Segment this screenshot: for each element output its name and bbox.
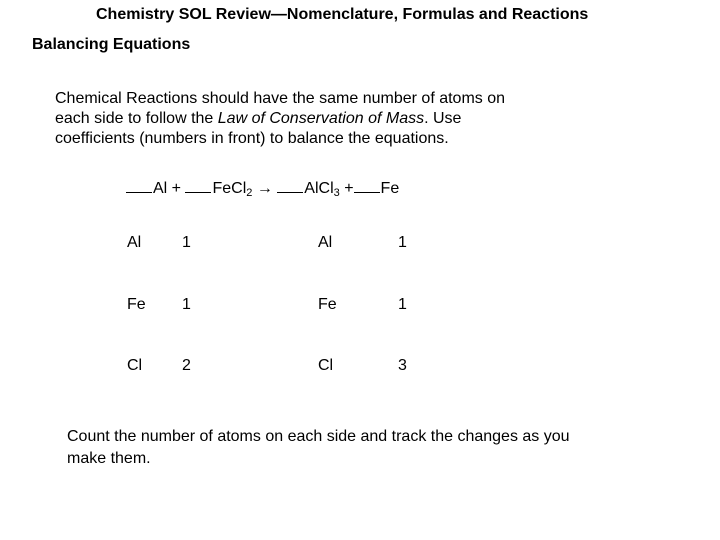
note-line-2: make them. <box>67 450 151 467</box>
intro-line-1: Chemical Reactions should have the same … <box>55 90 506 107</box>
intro-line-2-end: . Use <box>424 110 462 127</box>
alcl3-subscript: 3 <box>333 187 340 199</box>
reactant-count: 2 <box>182 357 191 374</box>
plus-sign: + <box>344 180 354 197</box>
law-of-conservation-text: Law of Conservation of Mass <box>217 110 425 127</box>
product-count: 1 <box>398 296 407 313</box>
coefficient-blank-2[interactable] <box>185 178 212 193</box>
product-fe: Fe <box>380 180 400 197</box>
product-alcl3: AlCl3 <box>304 180 340 199</box>
chemical-equation: Al + FeCl2 → AlCl3 + Fe <box>126 178 400 199</box>
reactant-fecl2: FeCl2 <box>212 180 253 199</box>
fecl2-base: FeCl <box>212 180 247 197</box>
product-count: 3 <box>398 357 407 374</box>
reactant-count: 1 <box>182 234 191 251</box>
alcl3-base: AlCl <box>304 180 334 197</box>
note-line-1: Count the number of atoms on each side a… <box>67 428 570 445</box>
coefficient-blank-3[interactable] <box>277 178 304 193</box>
reactant-element: Al <box>127 234 142 251</box>
intro-line-2: each side to follow the Law of Conservat… <box>55 109 615 129</box>
product-element: Fe <box>318 296 337 313</box>
product-element: Cl <box>318 357 334 374</box>
intro-line-3: coefficients (numbers in front) to balan… <box>55 130 449 147</box>
reactant-element: Cl <box>127 357 143 374</box>
section-heading: Balancing Equations <box>32 36 191 53</box>
page-title: Chemistry SOL Review—Nomenclature, Formu… <box>96 6 589 23</box>
intro-line-2-start: each side to follow the <box>55 110 218 127</box>
reactant-count: 1 <box>182 296 191 313</box>
coefficient-blank-1[interactable] <box>126 178 152 193</box>
coefficient-blank-4[interactable] <box>353 178 380 193</box>
product-count: 1 <box>398 234 407 251</box>
reactant-al: Al + <box>153 180 182 197</box>
product-element: Al <box>318 234 333 251</box>
reaction-arrow: → <box>256 180 273 197</box>
intro-paragraph: Chemical Reactions should have the same … <box>55 89 615 149</box>
instruction-note: Count the number of atoms on each side a… <box>67 426 667 470</box>
fecl2-subscript: 2 <box>246 187 253 199</box>
reactant-element: Fe <box>127 296 146 313</box>
